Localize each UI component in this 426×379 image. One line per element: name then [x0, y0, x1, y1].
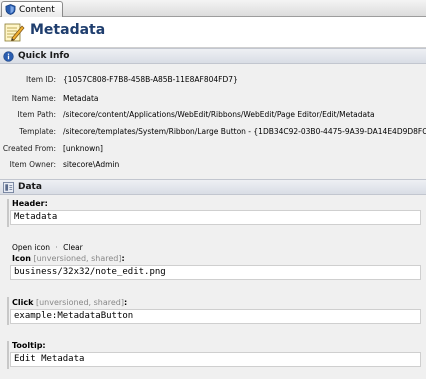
qi-row-created-from: Created From: [unknown] — [0, 144, 426, 156]
header-input[interactable]: Metadata — [10, 210, 421, 225]
click-field-colon: : — [124, 298, 128, 307]
section-collapse-icon — [3, 181, 14, 193]
click-field-label-text: Click — [12, 298, 34, 307]
info-icon — [3, 50, 14, 62]
qi-row-item-path: Item Path: /sitecore/content/Application… — [0, 110, 426, 122]
link-separator: · — [55, 243, 58, 252]
icon-field-label-text: Icon — [12, 254, 31, 263]
qi-value: /sitecore/content/Applications/WebEdit/R… — [63, 110, 375, 119]
tab-content[interactable]: Content — [1, 1, 63, 17]
qi-label: Item ID: — [26, 75, 56, 84]
data-header[interactable]: Data — [0, 179, 426, 195]
qi-label: Item Owner: — [9, 160, 56, 169]
header-field-label-text: Header: — [12, 199, 48, 208]
shield-icon — [5, 4, 16, 15]
click-field-meta: [unversioned, shared] — [35, 298, 124, 307]
qi-label: Item Name: — [11, 94, 56, 103]
tooltip-field-label-text: Tooltip: — [12, 341, 46, 350]
qi-label: Created From: — [2, 144, 56, 153]
qi-value: /sitecore/templates/System/Ribbon/Large … — [63, 127, 426, 136]
qi-label: Template: — [19, 127, 56, 136]
qi-value: {1057C808-F7B8-458B-A85B-11E8AF804FD7} — [63, 75, 238, 84]
qi-value: Metadata — [63, 94, 99, 103]
title-bar: Metadata — [0, 17, 426, 48]
quick-info-header[interactable]: Quick Info — [0, 48, 426, 64]
field-divider — [7, 297, 9, 325]
tab-label: Content — [19, 4, 55, 15]
qi-label: Item Path: — [17, 110, 56, 119]
click-field-label: Click [unversioned, shared]: — [12, 298, 127, 307]
qi-value: [unknown] — [63, 144, 103, 153]
icon-field-label: Icon [unversioned, shared]: — [12, 254, 125, 263]
clear-link[interactable]: Clear — [63, 243, 83, 252]
icon-field-colon: : — [121, 254, 125, 263]
note-edit-icon — [4, 23, 25, 42]
tooltip-input[interactable]: Edit Metadata — [10, 352, 421, 367]
qi-row-item-name: Item Name: Metadata — [0, 94, 426, 106]
click-input[interactable]: example:MetadataButton — [10, 309, 421, 324]
qi-value: sitecore\Admin — [63, 160, 120, 169]
header-field-label: Header: — [12, 199, 48, 208]
qi-row-item-owner: Item Owner: sitecore\Admin — [0, 160, 426, 172]
icon-field-meta: [unversioned, shared] — [33, 254, 122, 263]
open-icon-link[interactable]: Open icon — [12, 243, 50, 252]
tab-strip: Content — [0, 0, 426, 17]
field-divider — [7, 199, 9, 227]
icon-field-links: Open icon · Clear — [12, 243, 83, 252]
tooltip-field-label: Tooltip: — [12, 341, 46, 350]
quick-info-title: Quick Info — [18, 51, 70, 61]
qi-row-template: Template: /sitecore/templates/System/Rib… — [0, 127, 426, 139]
qi-row-item-id: Item ID: {1057C808-F7B8-458B-A85B-11E8AF… — [0, 75, 426, 87]
page-title: Metadata — [30, 22, 106, 38]
field-divider — [7, 341, 9, 369]
data-title: Data — [18, 182, 42, 192]
icon-input[interactable]: business/32x32/note_edit.png — [10, 265, 421, 280]
